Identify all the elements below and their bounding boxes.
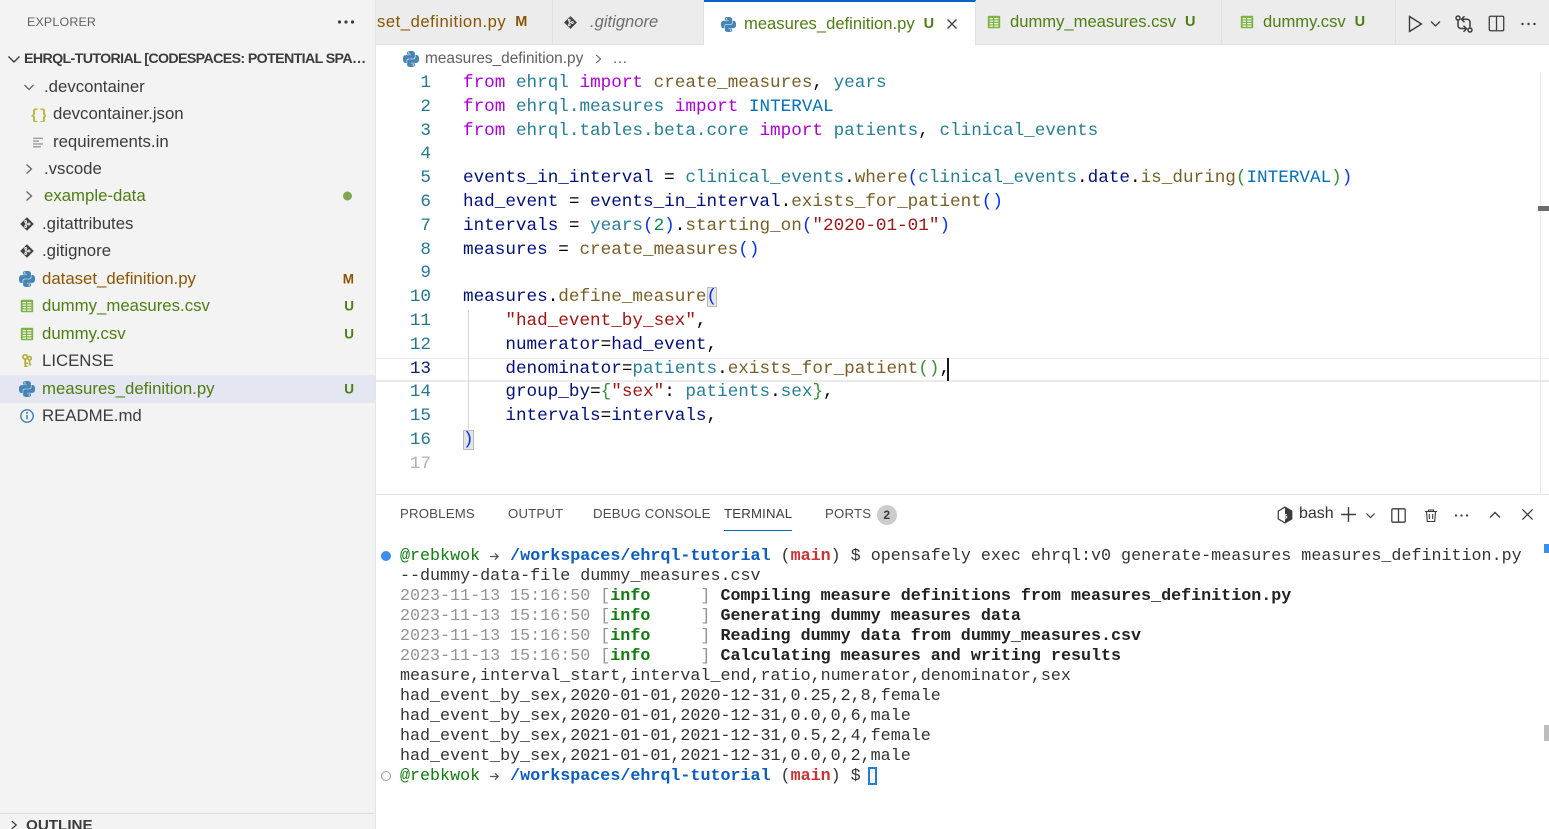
svg-text:{}: {} (30, 108, 46, 123)
svg-text:$: $ (1284, 513, 1288, 521)
